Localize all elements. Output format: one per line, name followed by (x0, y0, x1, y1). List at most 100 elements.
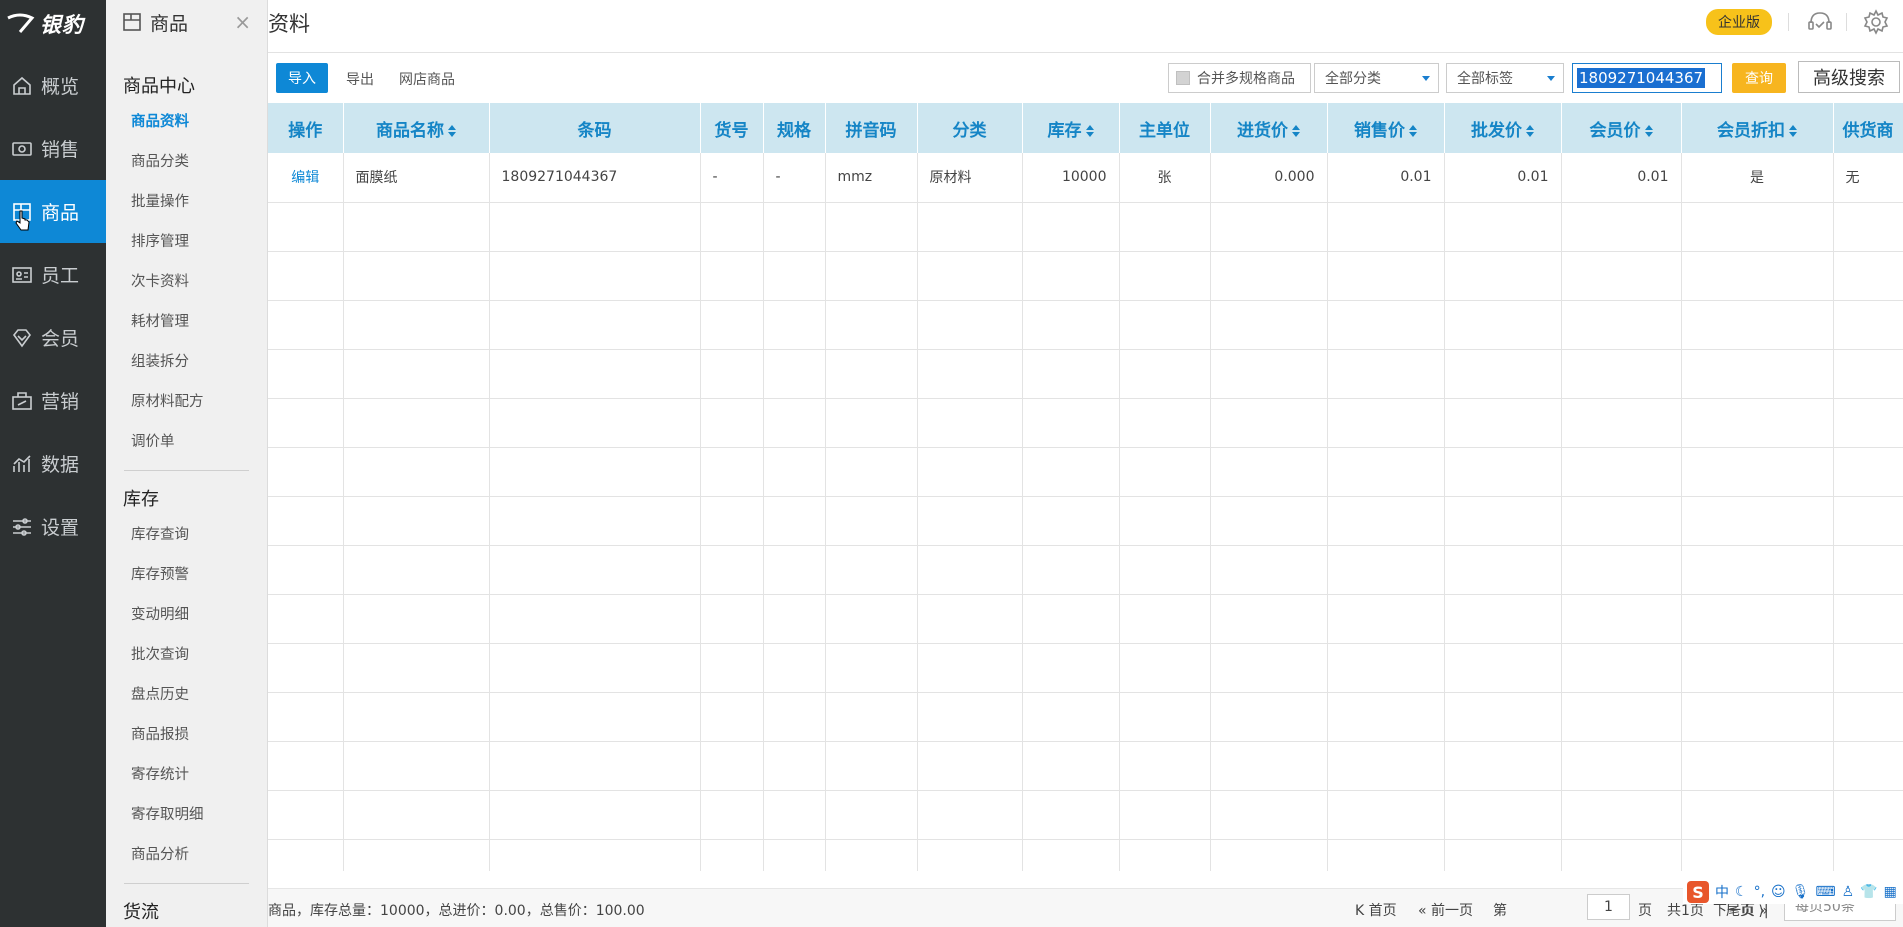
submenu-item-product-info[interactable]: 商品资料 (106, 102, 267, 142)
sort-icon (448, 124, 456, 137)
submenu-item[interactable]: 商品分类 (106, 142, 267, 182)
column-header-sortable[interactable]: 会员折扣 (1681, 103, 1834, 153)
empty-cell (268, 398, 344, 448)
empty-cell (917, 398, 1023, 448)
emoji-icon[interactable]: ☺ (1771, 884, 1786, 900)
grid-icon[interactable]: ▦ (1884, 884, 1897, 900)
empty-cell (1210, 300, 1328, 350)
category-select[interactable]: 全部分类 (1314, 63, 1439, 93)
shirt-icon[interactable]: 👕 (1860, 884, 1877, 900)
page-number-input[interactable]: 1 (1587, 894, 1630, 920)
submenu-item[interactable]: 排序管理 (106, 222, 267, 262)
empty-cell (343, 741, 490, 791)
empty-cell (268, 545, 344, 595)
empty-cell (268, 839, 344, 871)
table-cell: 张 (1119, 153, 1211, 203)
column-header: 供货商 (1833, 103, 1903, 153)
nav-item-overview[interactable]: 概览 (0, 54, 106, 117)
export-link[interactable]: 导出 (346, 69, 374, 89)
chevron-down-icon (1422, 76, 1430, 81)
empty-cell (825, 300, 918, 350)
column-header-label: 商品名称 (376, 120, 444, 141)
advanced-search-button[interactable]: 高级搜索 (1798, 61, 1900, 93)
column-header: 分类 (917, 103, 1023, 153)
support-icon[interactable] (1806, 8, 1834, 40)
column-header-label: 会员价 (1589, 120, 1641, 141)
prev-page-icon: « (1418, 903, 1432, 919)
table-cell: 是 (1681, 153, 1834, 203)
empty-table-row (268, 545, 1903, 595)
column-header-sortable[interactable]: 商品名称 (343, 103, 490, 153)
submenu-item[interactable]: 寄存统计 (106, 755, 267, 795)
submenu-item[interactable]: 商品报损 (106, 715, 267, 755)
submenu-item[interactable]: 商品分析 (106, 835, 267, 875)
nav-label: 商品 (41, 202, 80, 224)
empty-cell (489, 545, 701, 595)
empty-cell (1561, 349, 1682, 399)
empty-cell (1022, 496, 1120, 546)
empty-table-row (268, 447, 1903, 497)
merge-spec-checkbox[interactable]: 合并多规格商品 (1168, 63, 1311, 93)
submenu-item[interactable]: 次卡资料 (106, 262, 267, 302)
empty-cell (343, 496, 490, 546)
moon-icon[interactable]: ☾ (1735, 884, 1748, 900)
submenu-item[interactable]: 调价单 (106, 422, 267, 462)
submenu-item[interactable]: 批次查询 (106, 635, 267, 675)
empty-cell (1444, 398, 1562, 448)
submenu-item[interactable]: 库存预警 (106, 555, 267, 595)
column-header-sortable[interactable]: 库存 (1022, 103, 1120, 153)
submenu-item[interactable]: 变动明细 (106, 595, 267, 635)
query-button[interactable]: 查询 (1732, 63, 1786, 93)
empty-cell (1119, 643, 1211, 693)
empty-cell (1210, 496, 1328, 546)
empty-cell (1561, 398, 1682, 448)
search-input[interactable]: 1809271044367 (1572, 63, 1722, 93)
empty-cell (1444, 300, 1562, 350)
ime-logo-icon[interactable]: S (1687, 881, 1709, 903)
submenu-item[interactable]: 原材料配方 (106, 382, 267, 422)
empty-cell (700, 692, 764, 742)
nav-item-settings[interactable]: 设置 (0, 495, 106, 558)
nav-item-members[interactable]: 会员 (0, 306, 106, 369)
column-header-label: 供货商 (1842, 120, 1894, 141)
close-icon[interactable]: × (234, 10, 251, 34)
prev-page-button[interactable]: « 前一页 (1418, 900, 1473, 920)
empty-cell (1022, 349, 1120, 399)
nav-item-data[interactable]: 数据 (0, 432, 106, 495)
page-title: 资料 (268, 12, 310, 36)
import-button[interactable]: 导入 (276, 63, 328, 93)
column-header-sortable[interactable]: 会员价 (1561, 103, 1682, 153)
punctuation-icon[interactable]: °, (1754, 884, 1765, 900)
submenu-item[interactable]: 盘点历史 (106, 675, 267, 715)
empty-cell (1022, 398, 1120, 448)
empty-cell (825, 349, 918, 399)
empty-cell (343, 692, 490, 742)
submenu-item[interactable]: 库存查询 (106, 515, 267, 555)
column-header-sortable[interactable]: 批发价 (1444, 103, 1562, 153)
submenu-item[interactable]: 批量操作 (106, 182, 267, 222)
column-header-sortable[interactable]: 进货价 (1210, 103, 1328, 153)
column-header-sortable[interactable]: 销售价 (1327, 103, 1445, 153)
submenu-item[interactable]: 寄存取明细 (106, 795, 267, 835)
edit-link[interactable]: 编辑 (268, 153, 344, 203)
keyboard-icon[interactable]: ⌨ (1815, 884, 1835, 900)
microphone-icon[interactable]: 🎙 (1792, 884, 1810, 900)
gear-icon[interactable] (1862, 8, 1890, 40)
empty-cell (1833, 349, 1903, 399)
empty-cell (1561, 839, 1682, 871)
first-page-button[interactable]: K 首页 (1355, 900, 1397, 920)
empty-cell (825, 790, 918, 840)
online-products-link[interactable]: 网店商品 (399, 69, 455, 89)
edition-badge[interactable]: 企业版 (1706, 9, 1772, 35)
submenu-item[interactable]: 耗材管理 (106, 302, 267, 342)
user-icon[interactable]: ♙ (1842, 884, 1855, 900)
checkbox-box[interactable] (1176, 71, 1190, 85)
tag-select[interactable]: 全部标签 (1446, 63, 1564, 93)
empty-cell (763, 741, 826, 791)
empty-cell (343, 594, 490, 644)
submenu-item[interactable]: 组装拆分 (106, 342, 267, 382)
nav-item-staff[interactable]: 员工 (0, 243, 106, 306)
nav-item-sales[interactable]: 销售 (0, 117, 106, 180)
ime-mode-label[interactable]: 中 (1715, 882, 1729, 902)
nav-item-marketing[interactable]: 营销 (0, 369, 106, 432)
